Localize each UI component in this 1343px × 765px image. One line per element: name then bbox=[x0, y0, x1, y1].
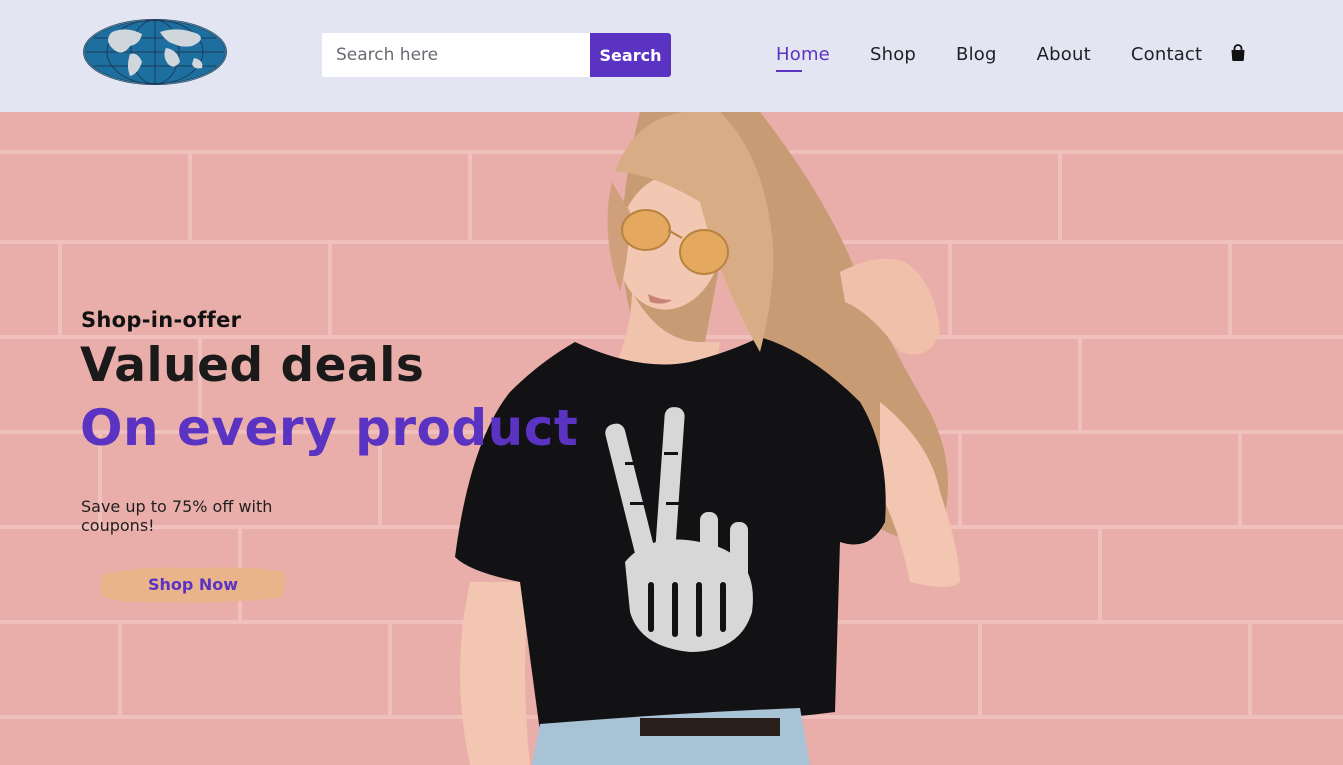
shop-now-label: Shop Now bbox=[147, 574, 239, 594]
hero-eyebrow: Shop-in-offer bbox=[81, 308, 242, 332]
nav-about[interactable]: About bbox=[1037, 44, 1091, 65]
hero-subtext: Save up to 75% off with coupons! bbox=[81, 497, 273, 535]
main-nav: Home Shop Blog About Contact bbox=[776, 42, 1242, 72]
hero-banner: Shop-in-offer Valued deals On every prod… bbox=[0, 112, 1343, 765]
hero-headline: Valued deals bbox=[80, 338, 425, 393]
search-button[interactable]: Search bbox=[590, 33, 671, 77]
nav-shop[interactable]: Shop bbox=[870, 44, 916, 65]
site-header: Search Home Shop Blog About Contact bbox=[0, 0, 1343, 112]
search-bar: Search bbox=[322, 33, 671, 77]
nav-blog[interactable]: Blog bbox=[956, 44, 997, 65]
shop-now-button[interactable]: Shop Now bbox=[98, 562, 288, 606]
shopping-bag-icon[interactable] bbox=[1230, 44, 1246, 62]
globe-logo-icon[interactable] bbox=[82, 18, 228, 86]
nav-home[interactable]: Home bbox=[776, 44, 830, 72]
nav-contact[interactable]: Contact bbox=[1131, 44, 1202, 65]
search-input[interactable] bbox=[322, 33, 590, 77]
hero-headline-accent: On every product bbox=[80, 399, 579, 457]
